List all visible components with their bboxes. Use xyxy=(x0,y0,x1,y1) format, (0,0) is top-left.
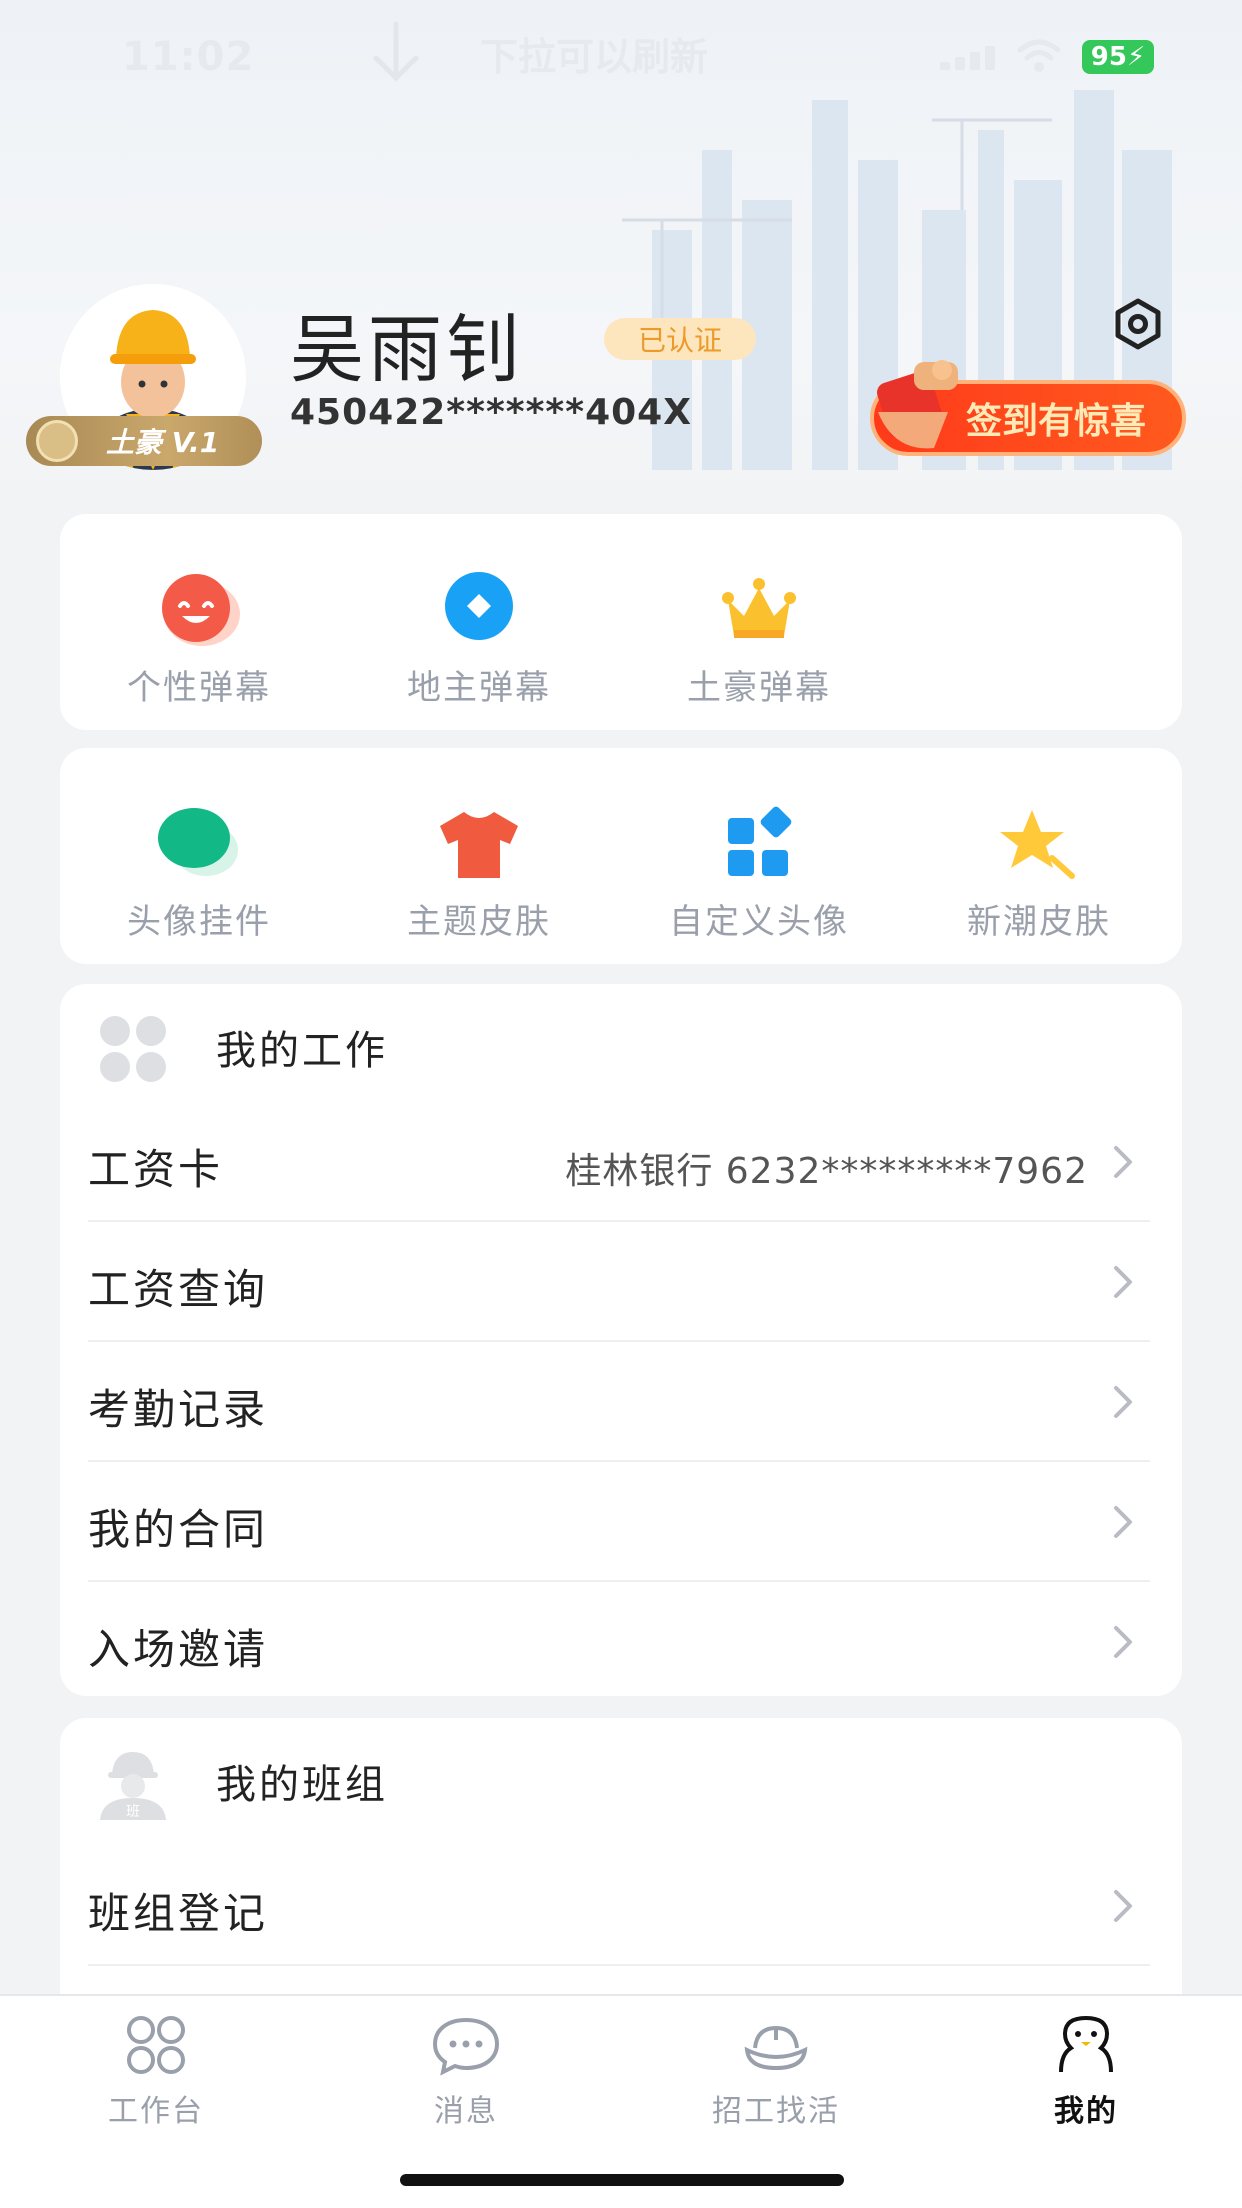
feature-label: 主题皮肤 xyxy=(407,902,551,942)
chevron-right-icon xyxy=(1114,1506,1132,1538)
tab-label: 招工找活 xyxy=(712,2094,840,2129)
smile-face-icon xyxy=(162,574,240,646)
pull-refresh-hint: 下拉可以刷新 xyxy=(480,35,709,79)
list-item-entry-invitation[interactable]: 入场邀请 xyxy=(88,1582,1150,1702)
row-value: 桂林银行 6232*********7962 xyxy=(565,1151,1088,1192)
list-item-salary-query[interactable]: 工资查询 xyxy=(88,1222,1150,1342)
feature-personal-barrage[interactable]: 个性弹幕 xyxy=(84,570,314,709)
feature-label: 个性弹幕 xyxy=(127,668,271,708)
hardhat-icon xyxy=(744,2025,808,2071)
wifi-icon xyxy=(1017,39,1061,72)
feature-avatar-pendant[interactable]: 头像挂件 xyxy=(84,804,314,943)
feature-custom-avatar[interactable]: 自定义头像 xyxy=(644,804,874,943)
my-team-title: 我的班组 xyxy=(216,1762,388,1808)
green-blob-icon xyxy=(158,808,238,876)
row-label: 我的合同 xyxy=(88,1505,269,1554)
chevron-right-icon xyxy=(1114,1890,1132,1922)
svg-text:班: 班 xyxy=(126,1804,140,1820)
my-work-card: 我的工作 工资卡 桂林银行 6232*********7962 工资查询 考勤记… xyxy=(60,984,1182,1696)
feature-label: 自定义头像 xyxy=(669,902,849,942)
divider xyxy=(88,1964,1150,1966)
feature-label: 新潮皮肤 xyxy=(967,902,1111,942)
workbench-icon xyxy=(127,2016,185,2074)
charging-bolt-icon: ⚡ xyxy=(1126,42,1146,72)
home-indicator xyxy=(400,2174,844,2186)
row-label: 入场邀请 xyxy=(88,1625,269,1674)
tab-messages[interactable]: 消息 xyxy=(366,2014,566,2130)
row-label: 工资查询 xyxy=(88,1265,269,1314)
profile-icon xyxy=(1059,2015,1113,2073)
level-label: 土豪 V.1 xyxy=(106,426,220,459)
tab-jobs[interactable]: 招工找活 xyxy=(676,2014,876,2130)
settings-gear-icon[interactable] xyxy=(1112,298,1164,350)
profile-header: 11:02 下拉可以刷新 95 ⚡ 土豪 V.1 吴雨钊 已认证 450422*… xyxy=(0,0,1242,500)
four-petal-icon xyxy=(100,1016,166,1082)
list-item-contract[interactable]: 我的合同 xyxy=(88,1462,1150,1582)
chevron-right-icon xyxy=(1114,1266,1132,1298)
battery-level: 95 xyxy=(1090,42,1127,72)
diamond-icon xyxy=(445,572,513,640)
tab-label: 工作台 xyxy=(108,2094,204,2129)
verified-badge: 已认证 xyxy=(604,318,756,360)
user-level-badge: 土豪 V.1 xyxy=(26,416,262,466)
battery-indicator: 95 ⚡ xyxy=(1082,40,1154,74)
id-number: 450422*******404X xyxy=(290,392,692,433)
status-time: 11:02 xyxy=(122,34,255,80)
feature-label: 地主弹幕 xyxy=(407,668,551,708)
my-work-title: 我的工作 xyxy=(216,1028,388,1074)
checkin-label: 签到有惊喜 xyxy=(966,401,1147,442)
feature-label: 头像挂件 xyxy=(127,902,271,942)
level-coin-icon xyxy=(36,420,78,462)
grid-blocks-icon xyxy=(728,806,792,876)
feature-tycoon-barrage[interactable]: 土豪弹幕 xyxy=(644,570,874,709)
list-item-team-registration[interactable]: 班组登记 xyxy=(88,1846,1150,1966)
feature-trendy-skin[interactable]: 新潮皮肤 xyxy=(924,804,1154,943)
tab-mine[interactable]: 我的 xyxy=(986,2014,1186,2130)
row-label: 班组登记 xyxy=(88,1889,269,1938)
status-bar: 11:02 下拉可以刷新 95 ⚡ xyxy=(0,0,1242,110)
barrage-features-card: 个性弹幕 地主弹幕 土豪弹幕 xyxy=(60,514,1182,730)
hand-red-packet-icon xyxy=(877,360,958,449)
skin-features-card: 头像挂件 主题皮肤 自定义头像 新潮皮肤 xyxy=(60,748,1182,964)
user-name: 吴雨钊 xyxy=(290,307,524,393)
feature-landlord-barrage[interactable]: 地主弹幕 xyxy=(364,570,594,709)
feature-theme-skin[interactable]: 主题皮肤 xyxy=(364,804,594,943)
star-wand-icon xyxy=(1000,810,1075,879)
row-label: 考勤记录 xyxy=(88,1385,269,1434)
tab-label: 消息 xyxy=(434,2094,498,2129)
pull-down-arrow-icon xyxy=(373,21,419,82)
row-label: 工资卡 xyxy=(88,1145,224,1194)
team-worker-icon: 班 xyxy=(100,1752,166,1820)
chevron-right-icon xyxy=(1114,1626,1132,1658)
crown-icon xyxy=(722,578,796,638)
message-icon xyxy=(432,2017,500,2076)
tab-workbench[interactable]: 工作台 xyxy=(56,2014,256,2130)
list-item-salary-card[interactable]: 工资卡 桂林银行 6232*********7962 xyxy=(88,1102,1150,1222)
chevron-right-icon xyxy=(1114,1146,1132,1178)
tab-label: 我的 xyxy=(1054,2094,1118,2129)
chevron-right-icon xyxy=(1114,1386,1132,1418)
tshirt-icon xyxy=(440,812,518,878)
list-item-attendance[interactable]: 考勤记录 xyxy=(88,1342,1150,1462)
feature-label: 土豪弹幕 xyxy=(687,668,831,708)
cellular-signal-icon xyxy=(940,46,995,70)
